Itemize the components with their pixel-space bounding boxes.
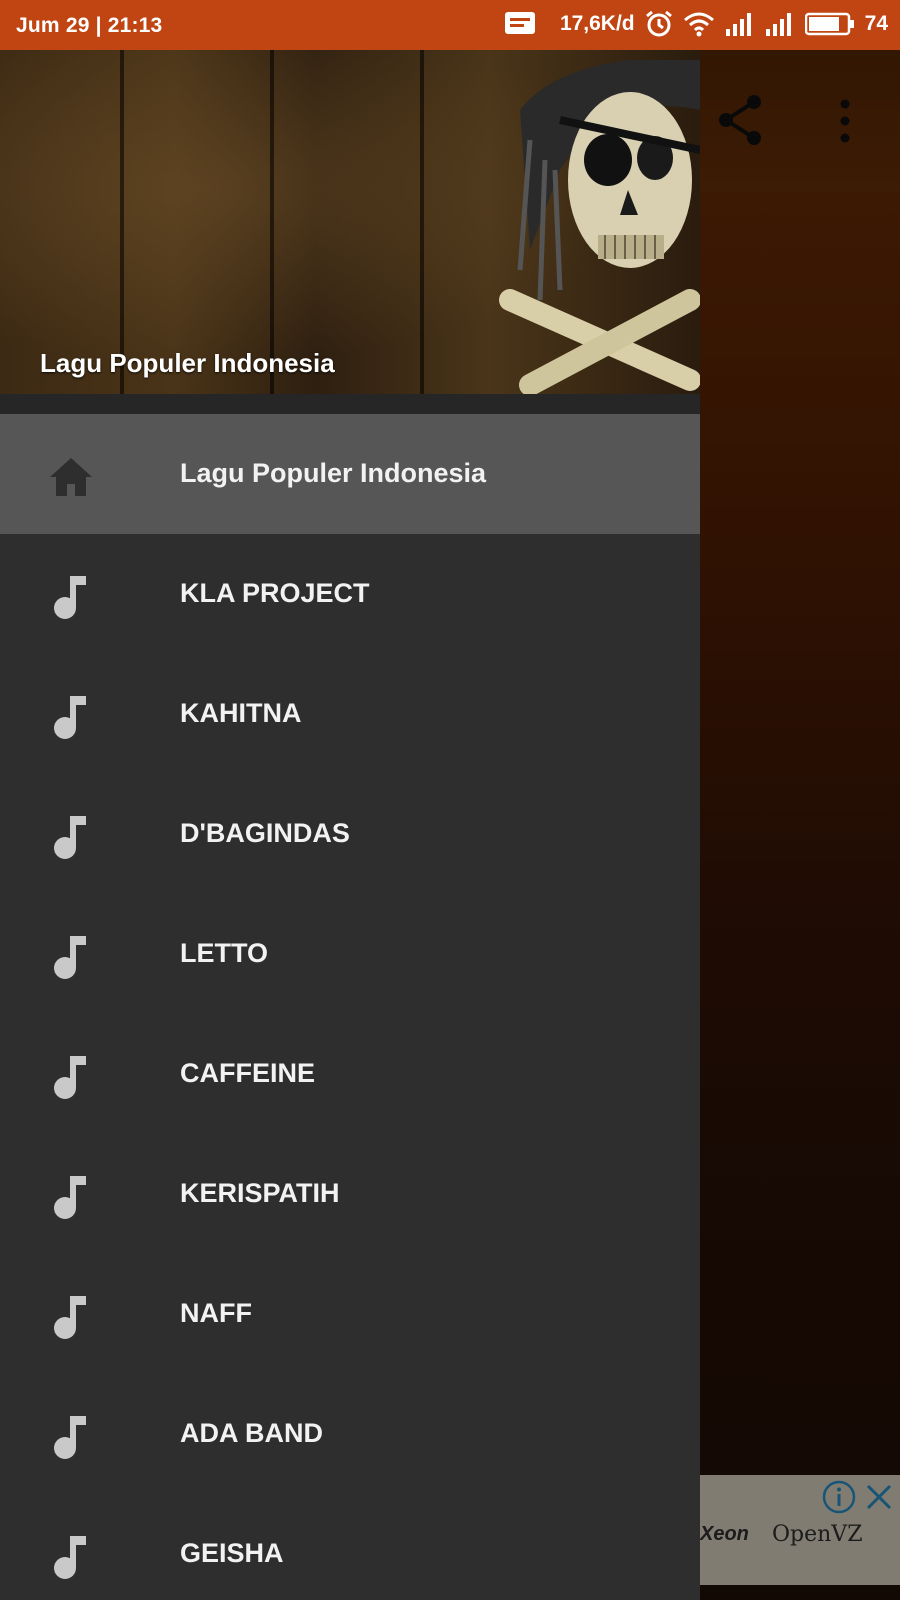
header-divider (0, 394, 700, 414)
drawer-item-letto[interactable]: LETTO (0, 894, 700, 1014)
music-note-icon (54, 1536, 86, 1579)
battery-level: 74 (864, 12, 888, 35)
music-note-icon (54, 696, 86, 739)
music-note-icon (54, 936, 86, 979)
skull-crossbones-image (499, 60, 700, 394)
wifi-icon (683, 12, 714, 37)
drawer-item-label: KLA PROJECT (180, 578, 370, 608)
drawer-item-ada-band[interactable]: ADA BAND (0, 1374, 700, 1494)
navigation-drawer: Lagu Populer Indonesia Lagu Populer Indo… (0, 50, 700, 1600)
header-texture (420, 50, 424, 394)
drawer-item-label: NAFF (180, 1298, 252, 1328)
drawer-item-geisha[interactable]: GEISHA (0, 1494, 700, 1600)
drawer-item-label: GEISHA (180, 1538, 284, 1568)
drawer-item-label: LETTO (180, 938, 269, 968)
status-icons: 17,6K/d 74 (504, 10, 888, 38)
battery-icon (804, 12, 854, 36)
drawer-item-caffeine[interactable]: CAFFEINE (0, 1014, 700, 1134)
drawer-item-label: KAHITNA (180, 698, 302, 728)
network-speed: 17,6K/d (559, 12, 635, 35)
drawer-item-naff[interactable]: NAFF (0, 1254, 700, 1374)
music-note-icon (54, 1416, 86, 1459)
drawer-item-kla-project[interactable]: KLA PROJECT (0, 534, 700, 654)
music-note-icon (54, 1056, 86, 1099)
home-icon (50, 458, 92, 496)
drawer-menu: Lagu Populer Indonesia KLA PROJECT KAHIT… (0, 414, 700, 1600)
music-note-icon (54, 1296, 86, 1339)
drawer-item-label: CAFFEINE (180, 1058, 315, 1088)
drawer-item-dbagindas[interactable]: D'BAGINDAS (0, 774, 700, 894)
status-bar: Jum 29 | 21:13 17,6K/d 74 (0, 0, 900, 50)
signal-icon (725, 13, 751, 36)
drawer-item-label: Lagu Populer Indonesia (180, 458, 487, 488)
drawer-header-title: Lagu Populer Indonesia (40, 348, 335, 378)
music-note-icon (54, 576, 86, 619)
signal-icon (765, 13, 791, 36)
alarm-icon (645, 10, 672, 37)
drawer-header: Lagu Populer Indonesia (0, 50, 700, 394)
status-time: Jum 29 | 21:13 (16, 14, 163, 37)
music-note-icon (54, 816, 86, 859)
music-note-icon (54, 1176, 86, 1219)
header-texture (120, 50, 124, 394)
drawer-item-kerispatih[interactable]: KERISPATIH (0, 1134, 700, 1254)
message-icon (504, 12, 535, 34)
drawer-item-label: ADA BAND (180, 1418, 323, 1448)
drawer-item-home[interactable]: Lagu Populer Indonesia (0, 414, 700, 534)
header-texture (270, 50, 274, 394)
drawer-item-label: KERISPATIH (180, 1178, 340, 1208)
drawer-item-label: D'BAGINDAS (180, 818, 350, 848)
drawer-item-kahitna[interactable]: KAHITNA (0, 654, 700, 774)
